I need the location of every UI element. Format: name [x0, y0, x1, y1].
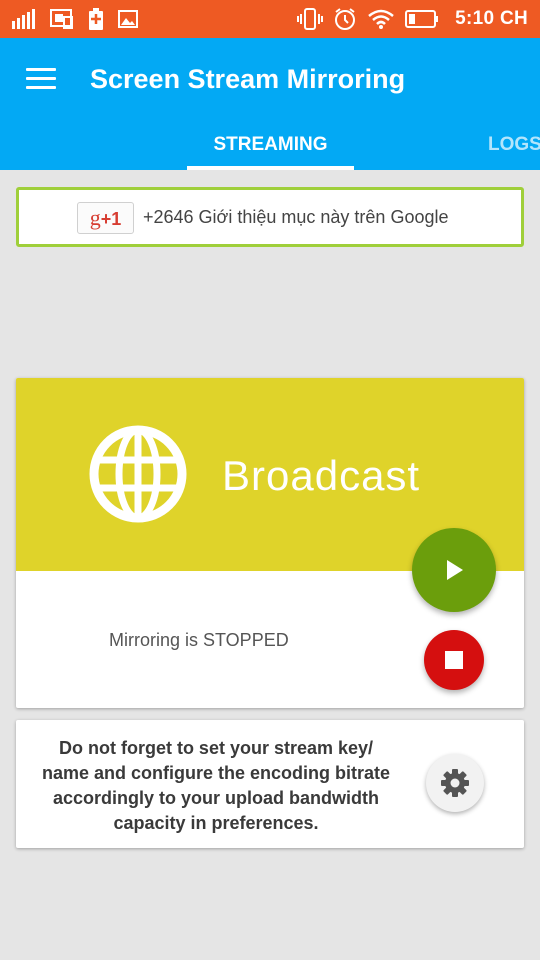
info-card: Do not forget to set your stream key/ na… [16, 720, 524, 848]
gplus-recommend-text: +2646 Giới thiệu mục này trên Google [143, 207, 449, 227]
stop-icon [445, 651, 463, 669]
status-time: 5:10 CH [455, 8, 528, 29]
gallery-icon [118, 10, 138, 28]
stop-button[interactable] [424, 630, 484, 690]
tab-streaming-label: STREAMING [213, 134, 328, 155]
gplus-g-glyph: g [89, 205, 101, 230]
tab-indicator [187, 166, 354, 170]
hamburger-icon-line [26, 77, 56, 80]
app-bar: Screen Stream Mirroring STREAMING LOGS [0, 38, 540, 170]
status-bar: 13 5:10 CH [0, 0, 540, 38]
info-message: Do not forget to set your stream key/ na… [41, 738, 391, 833]
play-icon [447, 560, 463, 580]
app-title: Screen Stream Mirroring [90, 64, 406, 94]
tab-logs[interactable]: LOGS [488, 134, 540, 170]
menu-button[interactable] [26, 68, 58, 94]
wifi-icon [368, 9, 394, 29]
globe-icon [89, 425, 187, 523]
status-bar-left [12, 8, 138, 30]
battery-icon: 13 [405, 10, 439, 28]
mirroring-status: Mirroring is STOPPED [109, 630, 289, 650]
battery-charging-icon [89, 8, 103, 30]
broadcast-title: Broadcast [222, 452, 421, 499]
tab-streaming[interactable]: STREAMING [187, 134, 354, 170]
signal-icon [12, 9, 35, 29]
battery-level: 13 [420, 15, 432, 26]
alarm-icon [335, 8, 356, 30]
gear-icon [441, 769, 469, 797]
hamburger-icon-line [26, 68, 56, 71]
screen-mirror-icon [50, 9, 73, 29]
gplus-one-button[interactable]: g+1 [77, 202, 134, 234]
status-bar-right: 13 5:10 CH [297, 8, 528, 30]
settings-button[interactable] [426, 754, 484, 812]
vibrate-icon [297, 8, 324, 30]
gplus-plus-one: +1 [100, 209, 122, 229]
hamburger-icon-line [26, 86, 56, 89]
tab-logs-label: LOGS [488, 134, 540, 155]
gplus-recommend-bar: g+1 +2646 Giới thiệu mục này trên Google [16, 187, 524, 247]
broadcast-card: Broadcast Mirroring is STOPPED [16, 378, 524, 708]
play-button[interactable] [412, 528, 496, 612]
